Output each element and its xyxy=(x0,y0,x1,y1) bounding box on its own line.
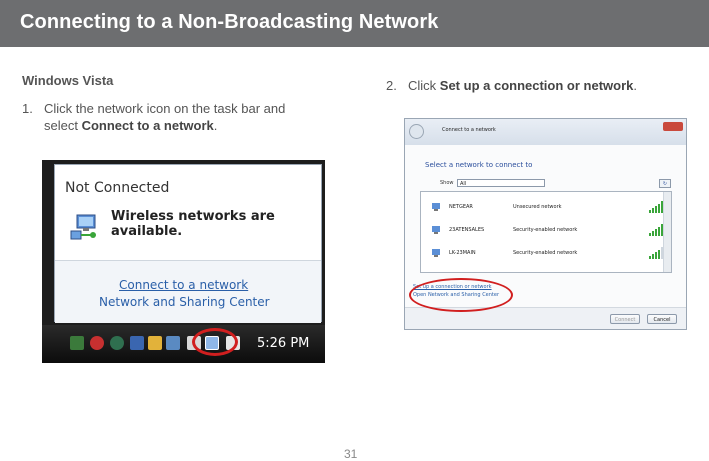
connection-status: Not Connected xyxy=(65,180,170,196)
network-row[interactable]: LK-23MAIN Security-enabled network xyxy=(421,242,665,264)
dialog-title: Connect to a network xyxy=(442,127,496,133)
popup-link-area xyxy=(55,261,321,323)
tray-device-icon[interactable] xyxy=(166,336,180,350)
show-label: Show xyxy=(440,180,454,186)
step-1-text-a: Click the network icon on the task bar a… xyxy=(44,101,286,116)
connect-button[interactable]: Connect xyxy=(610,314,640,324)
tray-network-icon[interactable] xyxy=(130,336,144,350)
signal-strength-icon xyxy=(649,201,663,213)
back-arrow-icon[interactable] xyxy=(409,124,424,139)
step-2-number: 2. xyxy=(386,78,397,93)
step-2-bold: Set up a connection or network xyxy=(439,78,634,93)
wireless-network-icon xyxy=(432,249,440,257)
step-2-text: Click xyxy=(408,78,440,93)
network-name: LK-23MAIN xyxy=(449,250,476,256)
network-row[interactable]: 23ATENSALES Security-enabled network xyxy=(421,219,665,241)
sync-icon[interactable] xyxy=(110,336,124,350)
wireless-network-icon xyxy=(432,203,440,211)
wireless-network-icon xyxy=(432,226,440,234)
refresh-icon[interactable]: ↻ xyxy=(659,179,671,188)
step-1-end: . xyxy=(213,118,218,133)
page-title: Connecting to a Non-Broadcasting Network xyxy=(20,11,439,33)
step-1: 1. Click the network icon on the task bar… xyxy=(22,100,322,134)
step-1-number: 1. xyxy=(22,101,33,116)
networks-available-message: Wireless networks are available. xyxy=(111,209,275,239)
cancel-button[interactable]: Cancel xyxy=(647,314,677,324)
network-security-status: Unsecured network xyxy=(513,204,562,210)
network-sharing-center-link[interactable]: Network and Sharing Center xyxy=(99,295,270,309)
network-popup: Not Connected Wireless networks are avai… xyxy=(54,164,322,323)
vista-network-popup-screenshot: Not Connected Wireless networks are avai… xyxy=(42,160,325,363)
signal-strength-icon xyxy=(649,224,663,236)
signal-strength-icon xyxy=(649,247,663,259)
taskbar: 5:26 PM xyxy=(42,325,325,363)
network-name: NETGEAR xyxy=(449,204,473,210)
step-2: 2. Click Set up a connection or network. xyxy=(386,77,686,94)
network-name: 23ATENSALES xyxy=(449,227,485,233)
section-title: Windows Vista xyxy=(22,73,114,88)
network-security-status: Security-enabled network xyxy=(513,227,578,233)
network-list: NETGEAR Unsecured network 23ATENSALES Se… xyxy=(420,191,672,273)
show-filter-select[interactable]: All xyxy=(457,179,545,187)
tray-app-icon[interactable] xyxy=(70,336,84,350)
close-icon[interactable] xyxy=(663,122,683,131)
wireless-network-icon xyxy=(70,214,96,240)
step-1-bold: Connect to a network xyxy=(81,118,214,133)
dialog-heading: Select a network to connect to xyxy=(425,161,533,169)
step-1-text-b: select xyxy=(44,118,82,133)
highlight-circle xyxy=(192,328,238,356)
highlight-circle xyxy=(409,278,513,312)
page-number: 31 xyxy=(344,447,358,461)
security-shield-icon[interactable] xyxy=(90,336,104,350)
page-header: Connecting to a Non-Broadcasting Network xyxy=(0,0,709,47)
network-security-status: Security-enabled network xyxy=(513,250,578,256)
clock[interactable]: 5:26 PM xyxy=(257,336,309,351)
network-row[interactable]: NETGEAR Unsecured network xyxy=(421,196,665,218)
tray-folder-icon[interactable] xyxy=(148,336,162,350)
step-2-end: . xyxy=(633,78,637,93)
connect-to-network-link[interactable]: Connect to a network xyxy=(119,278,248,292)
